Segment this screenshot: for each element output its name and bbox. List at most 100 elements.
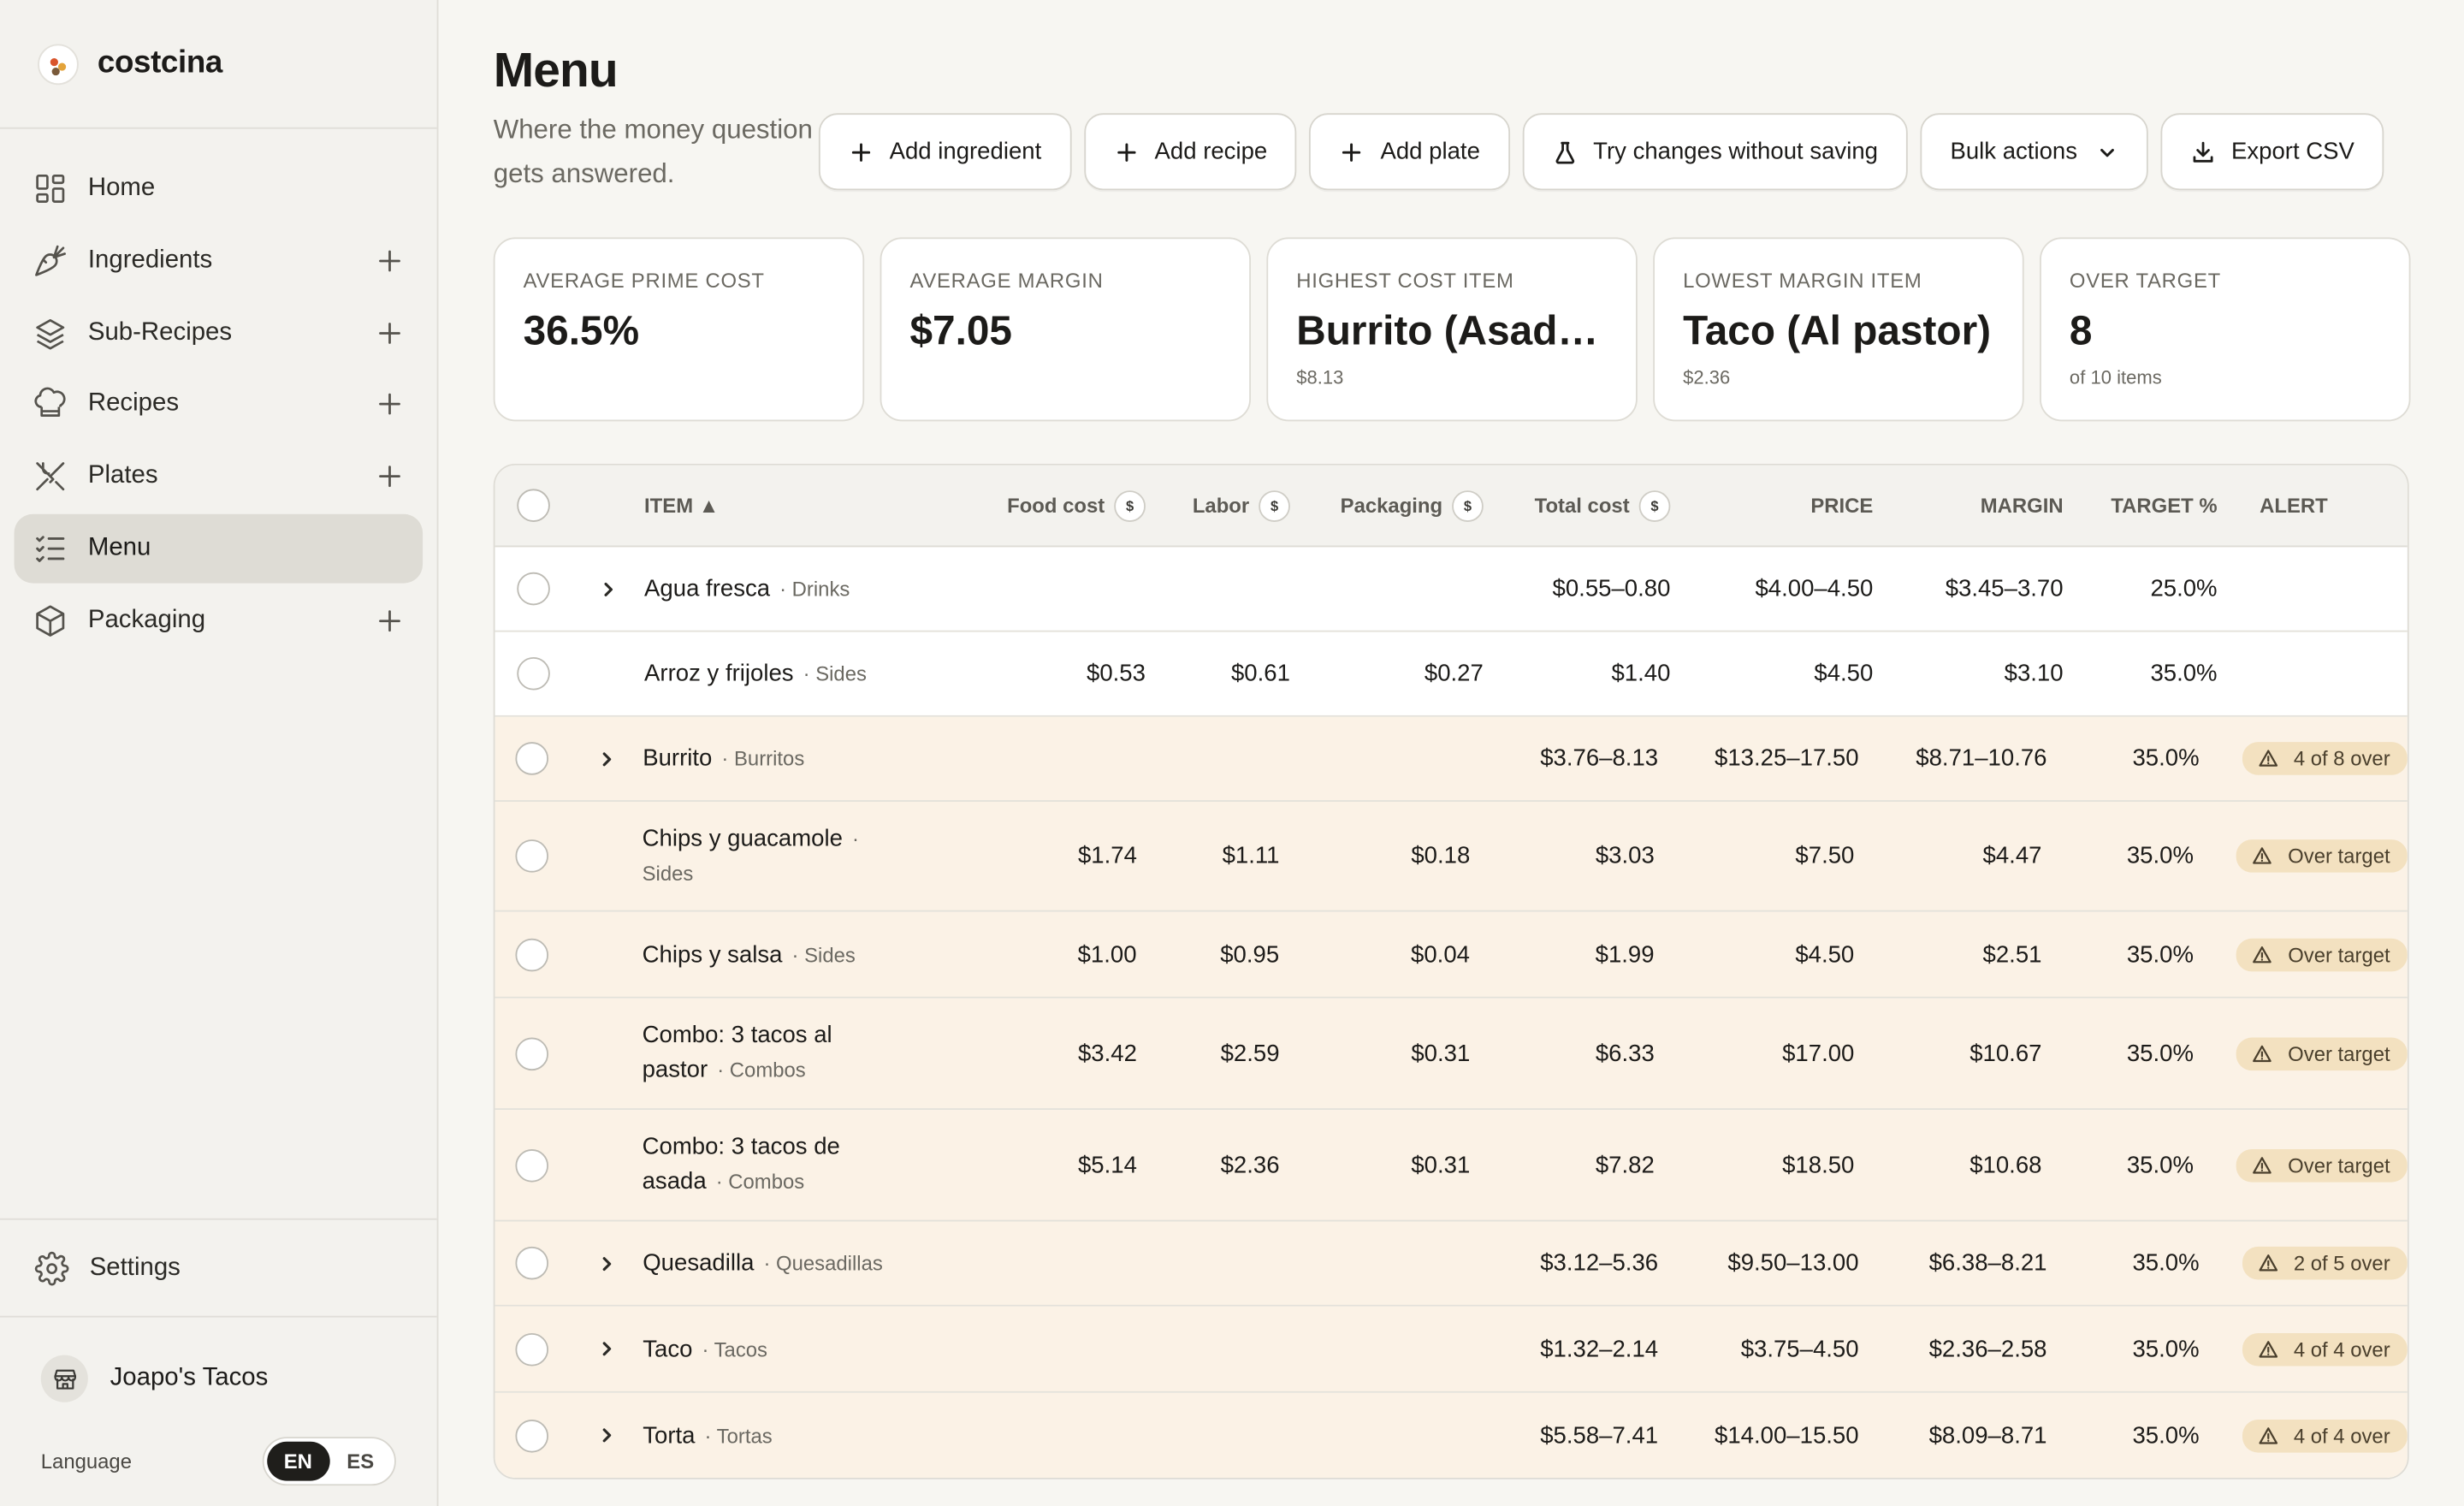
language-en[interactable]: EN <box>266 1441 330 1481</box>
warning-icon <box>2252 1154 2272 1175</box>
plus-icon[interactable] <box>376 318 404 347</box>
total-cost: $1.40 <box>1611 660 1671 687</box>
row-checkbox[interactable] <box>515 1332 549 1366</box>
plus-icon <box>849 139 874 164</box>
item-name[interactable]: Agua fresca <box>644 575 770 602</box>
labor-cost: $2.59 <box>1220 1040 1280 1067</box>
table-body: Agua fresca · Drinks $0.55–0.80 $4.00–4.50 $… <box>495 547 2408 1478</box>
table-row[interactable]: Quesadilla · Quesadillas $3.12–5.36 $9.50–1… <box>495 1221 2408 1307</box>
header-target[interactable]: TARGET % <box>2064 494 2217 518</box>
home-icon <box>33 171 68 205</box>
plus-icon[interactable] <box>376 246 404 275</box>
chevron-right-icon[interactable] <box>596 578 619 600</box>
bulk-actions-button[interactable]: Bulk actions <box>1920 113 2148 191</box>
table-row[interactable]: Chips y salsa · Sides $1.00 $0.95 $0.04 $1.99… <box>495 911 2408 999</box>
table-row[interactable]: Taco · Tacos $1.32–2.14 $3.75–4.50 $2.36–2.5… <box>495 1306 2408 1393</box>
table-header: ITEM ▲ Food cost $ Labor $ Packaging $ Tota… <box>495 465 2408 548</box>
row-checkbox[interactable] <box>515 839 549 873</box>
plus-icon <box>1340 139 1365 164</box>
item-name[interactable]: Chips y salsa <box>643 941 783 968</box>
packaging-cost: $0.27 <box>1424 660 1484 687</box>
stat-card: LOWEST MARGIN ITEM Taco (Al pastor) $2.36 <box>1653 237 2024 422</box>
table-row[interactable]: Burrito · Burritos $3.76–8.13 $13.25–17.50 $… <box>495 716 2408 802</box>
alert-badge: 4 of 8 over <box>2242 742 2408 775</box>
item-name[interactable]: Taco <box>643 1336 692 1362</box>
price: $18.50 <box>1782 1151 1855 1178</box>
table-row[interactable]: Agua fresca · Drinks $0.55–0.80 $4.00–4.50 $… <box>495 547 2408 632</box>
add-recipe-button[interactable]: Add recipe <box>1083 113 1298 191</box>
org-section: Joapo's Tacos Language EN ES <box>0 1315 437 1506</box>
add-ingredient-button[interactable]: Add ingredient <box>818 113 1072 191</box>
warning-icon <box>2258 1253 2278 1273</box>
item-name[interactable]: Torta <box>643 1422 695 1449</box>
plus-icon[interactable] <box>376 607 404 635</box>
target-percent: 35.0% <box>2132 1421 2200 1449</box>
row-checkbox[interactable] <box>515 742 549 775</box>
chevron-down-icon <box>2096 140 2118 163</box>
row-checkbox[interactable] <box>515 1036 549 1070</box>
plus-icon[interactable] <box>376 462 404 490</box>
chevron-right-icon[interactable] <box>595 1425 618 1447</box>
chevron-right-icon[interactable] <box>595 1337 618 1360</box>
add-plate-button[interactable]: Add plate <box>1309 113 1510 191</box>
header-margin[interactable]: MARGIN <box>1873 494 2064 518</box>
header-packaging-label: Packaging <box>1340 493 1443 518</box>
row-checkbox[interactable] <box>515 1419 549 1452</box>
select-all-checkbox[interactable] <box>516 489 549 522</box>
add-ingredient-label: Add ingredient <box>889 138 1042 165</box>
sidebar-item-packaging[interactable]: Packaging <box>15 586 424 655</box>
header-price[interactable]: PRICE <box>1670 494 1873 518</box>
row-checkbox[interactable] <box>515 937 549 971</box>
chevron-right-icon[interactable] <box>595 748 618 770</box>
alert-badge: Over target <box>2236 1148 2408 1182</box>
labor-cost: $0.95 <box>1220 940 1280 968</box>
sidebar: costcina Home Ingredients Sub-Recipes Recip… <box>0 0 439 1506</box>
header-total-cost[interactable]: Total cost $ <box>1535 489 1671 522</box>
sidebar-item-menu[interactable]: Menu <box>14 513 424 584</box>
stat-value: 8 <box>2069 306 2093 354</box>
item-name[interactable]: Chips y guacamole <box>643 825 843 851</box>
table-row[interactable]: Combo: 3 tacos al pastor · Combos $3.42 $2.… <box>495 998 2408 1111</box>
row-checkbox[interactable] <box>516 656 549 691</box>
item-name[interactable]: Quesadilla <box>643 1250 754 1277</box>
toolbar: Add ingredient Add recipe Add plate Try … <box>818 113 2384 196</box>
sidebar-item-settings[interactable]: Settings <box>0 1218 437 1316</box>
row-checkbox[interactable] <box>515 1148 549 1182</box>
item-category: · Sides <box>803 661 867 686</box>
alert-text: Over target <box>2288 844 2390 869</box>
warning-icon <box>2252 1043 2272 1064</box>
language-es[interactable]: ES <box>329 1442 391 1481</box>
sidebar-item-label: Recipes <box>87 390 180 418</box>
row-checkbox[interactable] <box>516 572 549 606</box>
sidebar-item-sub-recipes[interactable]: Sub-Recipes <box>15 298 424 367</box>
item-name[interactable]: Arroz y frijoles <box>644 661 794 687</box>
org-switcher[interactable]: Joapo's Tacos <box>40 1355 396 1402</box>
table-row[interactable]: Chips y guacamole · Sides $1.74 $1.11 $0.18 $… <box>495 801 2408 912</box>
target-percent: 35.0% <box>2126 842 2194 869</box>
margin: $8.09–8.71 <box>1928 1421 2047 1449</box>
sidebar-item-recipes[interactable]: Recipes <box>15 370 424 439</box>
alert-text: 4 of 4 over <box>2293 1337 2390 1361</box>
item-category: · Combos <box>717 1058 806 1082</box>
chevron-right-icon[interactable] <box>595 1252 618 1274</box>
item-category: · Combos <box>715 1169 805 1194</box>
export-csv-label: Export CSV <box>2230 138 2354 165</box>
brand[interactable]: costcina <box>0 0 437 129</box>
row-checkbox[interactable] <box>515 1246 549 1280</box>
export-csv-button[interactable]: Export CSV <box>2160 113 2384 191</box>
table-row[interactable]: Combo: 3 tacos de asada · Combos $5.14 $2.3… <box>495 1110 2408 1222</box>
table-row[interactable]: Torta · Tortas $5.58–7.41 $14.00–15.50 $8.09… <box>495 1392 2408 1478</box>
sidebar-item-ingredients[interactable]: Ingredients <box>15 226 424 295</box>
header-labor[interactable]: Labor $ <box>1193 489 1290 522</box>
total-cost: $0.55–0.80 <box>1552 575 1671 602</box>
header-packaging[interactable]: Packaging $ <box>1340 489 1484 522</box>
plus-icon[interactable] <box>376 390 404 418</box>
sidebar-item-plates[interactable]: Plates <box>15 442 424 512</box>
item-name[interactable]: Burrito <box>643 745 712 772</box>
sidebar-item-home[interactable]: Home <box>15 154 424 223</box>
try-changes-button[interactable]: Try changes without saving <box>1522 113 1908 191</box>
bulk-actions-label: Bulk actions <box>1950 138 2078 165</box>
header-item[interactable]: ITEM ▲ <box>644 494 952 518</box>
header-food-cost[interactable]: Food cost $ <box>1007 489 1146 522</box>
table-row[interactable]: Arroz y frijoles · Sides $0.53 $0.61 $0.27 $1… <box>495 632 2408 717</box>
